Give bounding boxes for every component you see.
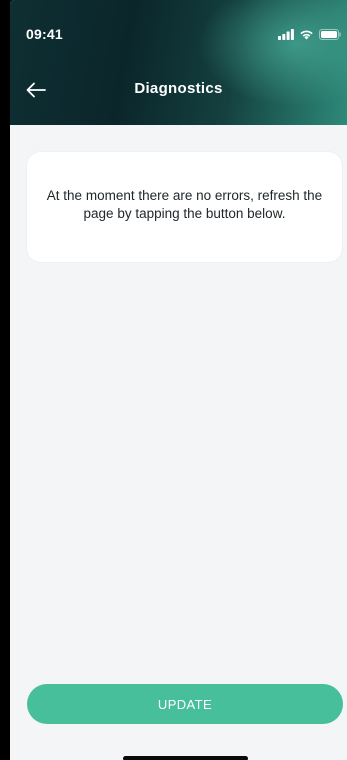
wifi-icon	[299, 27, 314, 45]
message-card: At the moment there are no errors, refre…	[27, 152, 342, 262]
status-bar: 09:41	[10, 0, 347, 50]
status-icons	[278, 27, 341, 45]
no-errors-message: At the moment there are no errors, refre…	[46, 188, 323, 221]
battery-icon	[319, 27, 341, 45]
home-indicator	[123, 756, 248, 760]
app-screen: 09:41 Diagnostics At the moment there ar…	[10, 0, 347, 760]
app-header: 09:41 Diagnostics	[10, 0, 347, 125]
nav-bar: Diagnostics	[10, 70, 347, 110]
device-frame: 09:41 Diagnostics At the moment there ar…	[0, 0, 347, 760]
update-button[interactable]: UPDATE	[27, 684, 343, 724]
signal-icon	[278, 27, 294, 45]
page-title: Diagnostics	[134, 80, 223, 97]
status-time: 09:41	[26, 26, 63, 42]
